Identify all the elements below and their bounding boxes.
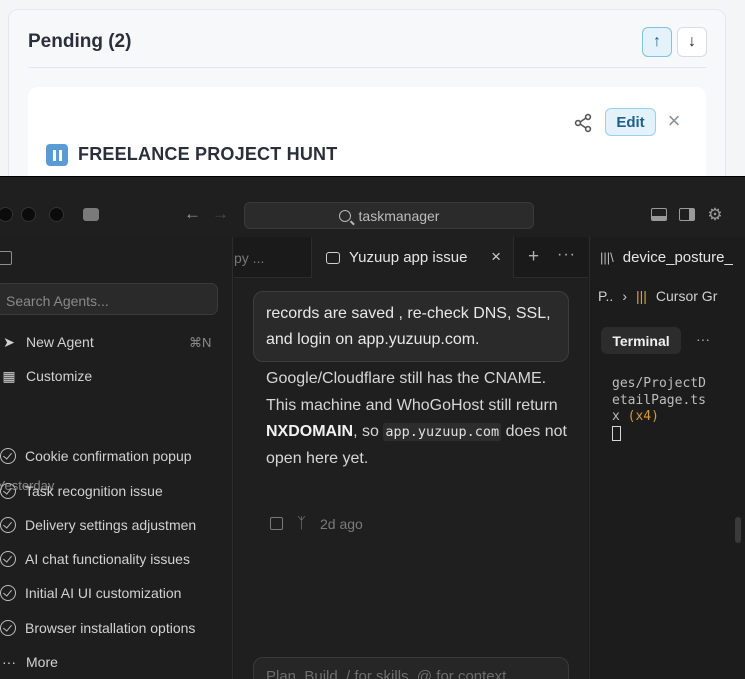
window-close-button[interactable] bbox=[0, 207, 13, 222]
check-circle-icon bbox=[0, 517, 16, 533]
message-timestamp: 2d ago bbox=[320, 515, 363, 532]
breadcrumb: P.. › ||| Cursor Gr bbox=[598, 288, 717, 304]
gear-icon[interactable]: ⚙ bbox=[706, 206, 724, 224]
agents-sidebar: Search Agents... ➤ New Agent ⌘N ▦ Custom… bbox=[0, 237, 233, 679]
pause-icon bbox=[46, 144, 68, 166]
sidebar-item-agent[interactable]: Browser installation options bbox=[0, 617, 215, 639]
chat-icon[interactable] bbox=[83, 208, 99, 221]
close-icon[interactable]: × bbox=[664, 110, 684, 132]
terminal-more-icon[interactable]: ··· bbox=[696, 331, 710, 347]
ellipsis-icon: ··· bbox=[2, 654, 16, 670]
scrollbar[interactable] bbox=[735, 517, 741, 543]
check-circle-icon bbox=[0, 585, 16, 601]
window-minimize-button[interactable] bbox=[21, 207, 36, 222]
tab-previous[interactable]: py ... bbox=[234, 237, 312, 278]
sidebar-item-agent[interactable]: Cookie confirmation popup bbox=[0, 445, 215, 467]
edit-button[interactable]: Edit bbox=[605, 108, 656, 136]
move-up-button[interactable]: ↑ bbox=[642, 27, 672, 57]
terminal-cursor bbox=[612, 425, 621, 441]
close-tab-icon[interactable]: × bbox=[491, 247, 501, 267]
more-label: More bbox=[26, 654, 58, 670]
pending-section-title: Pending (2) bbox=[28, 31, 132, 52]
chevron-right-icon: › bbox=[622, 288, 627, 304]
right-panel: |||\ device_posture_ P.. › ||| Cursor Gr… bbox=[589, 237, 745, 679]
library-icon: |||\ bbox=[600, 250, 614, 265]
customize-button[interactable]: ▦ Customize bbox=[0, 365, 92, 387]
search-icon bbox=[338, 209, 351, 222]
message-meta: ᛉ 2d ago bbox=[270, 515, 363, 532]
search-text: taskmanager bbox=[358, 207, 440, 224]
terminal-tab[interactable]: Terminal bbox=[601, 327, 681, 354]
user-message: records are saved , re-check DNS, SSL, a… bbox=[253, 291, 569, 362]
sidebar-item-agent[interactable]: Task recognition issue bbox=[0, 480, 215, 502]
send-icon: ➤ bbox=[3, 333, 15, 350]
forward-arrow-icon[interactable]: → bbox=[212, 204, 229, 224]
arrow-down-icon: ↓ bbox=[688, 33, 696, 50]
tab-active-label: Yuzuup app issue bbox=[349, 249, 468, 266]
search-agents-input[interactable]: Search Agents... bbox=[0, 283, 218, 315]
chat-pane: py ... Yuzuup app issue × + ··· records … bbox=[234, 237, 588, 679]
title-bar: ← → taskmanager ⚙ bbox=[0, 177, 745, 237]
toggle-right-panel-icon[interactable] bbox=[679, 208, 695, 221]
new-agent-button[interactable]: ➤ New Agent bbox=[0, 331, 94, 353]
check-circle-icon bbox=[0, 448, 16, 464]
customize-label: Customize bbox=[26, 368, 93, 384]
tab-active[interactable]: Yuzuup app issue × bbox=[312, 237, 514, 278]
window-zoom-button[interactable] bbox=[49, 207, 64, 222]
arrow-up-icon: ↑ bbox=[653, 33, 661, 50]
project-title: FREELANCE PROJECT HUNT bbox=[78, 144, 338, 164]
ide-window: ← → taskmanager ⚙ Search Agents... ➤ New… bbox=[0, 176, 745, 679]
divider bbox=[28, 67, 706, 68]
check-circle-icon bbox=[0, 620, 16, 636]
chat-bubble-icon bbox=[326, 251, 340, 264]
more-button[interactable]: ··· More bbox=[0, 651, 58, 673]
right-panel-tab[interactable]: |||\ device_posture_ bbox=[600, 249, 733, 266]
new-agent-shortcut: ⌘N bbox=[189, 335, 212, 350]
check-circle-icon bbox=[0, 483, 16, 499]
tab-bar: py ... Yuzuup app issue × + ··· bbox=[234, 237, 588, 278]
sidebar-toggle-icon[interactable] bbox=[0, 251, 12, 265]
terminal-output: ges/ProjectD etailPage.ts x (x4) bbox=[612, 376, 732, 442]
sidebar-item-agent[interactable]: Initial AI UI customization bbox=[0, 582, 215, 604]
fork-icon[interactable]: ᛉ bbox=[297, 515, 306, 532]
new-tab-icon[interactable]: + bbox=[528, 246, 539, 268]
command-search-input[interactable]: taskmanager bbox=[244, 202, 534, 229]
new-agent-label: New Agent bbox=[26, 334, 94, 350]
assistant-reply: Google/Cloudflare still has the CNAME. T… bbox=[266, 370, 567, 467]
toggle-bottom-panel-icon[interactable] bbox=[651, 208, 667, 221]
right-panel-tab-label: device_posture_ bbox=[622, 249, 733, 266]
tab-more-icon[interactable]: ··· bbox=[557, 246, 576, 264]
chat-composer-input[interactable]: Plan, Build, / for skills, @ for context bbox=[253, 657, 569, 679]
back-arrow-icon[interactable]: ← bbox=[184, 204, 201, 224]
bars-icon: ||| bbox=[635, 288, 647, 304]
grid-icon: ▦ bbox=[2, 367, 16, 384]
copy-icon[interactable] bbox=[270, 517, 283, 530]
breadcrumb-item[interactable]: Cursor Gr bbox=[656, 288, 717, 304]
move-down-button[interactable]: ↓ bbox=[677, 27, 707, 57]
sidebar-item-agent[interactable]: AI chat functionality issues bbox=[0, 548, 215, 570]
share-icon[interactable] bbox=[573, 113, 593, 133]
breadcrumb-item[interactable]: P.. bbox=[598, 288, 613, 304]
check-circle-icon bbox=[0, 551, 16, 567]
sidebar-item-agent[interactable]: Delivery settings adjustmen bbox=[0, 514, 215, 536]
